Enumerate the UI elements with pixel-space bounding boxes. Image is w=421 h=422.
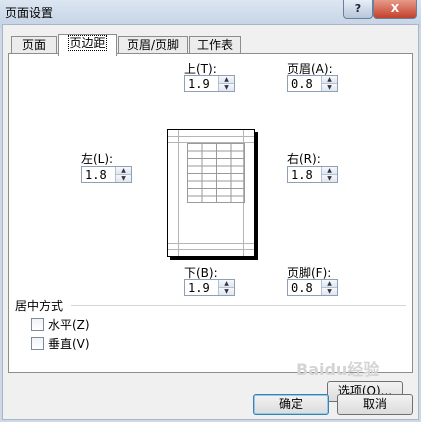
bottom-guide-line [168, 243, 254, 244]
tab-header-footer[interactable]: 页眉/页脚 [118, 36, 188, 54]
help-button[interactable]: ? [343, 0, 373, 19]
spin-up-icon[interactable]: ▲ [219, 76, 234, 84]
close-button[interactable]: X [373, 0, 417, 19]
left-margin-spinner[interactable]: 1.8 ▲ ▼ [81, 166, 132, 183]
horizontal-label[interactable]: 水平(Z) [48, 316, 90, 333]
footer-margin-value[interactable]: 0.8 [291, 281, 313, 295]
centering-separator [71, 305, 406, 306]
spin-up-icon[interactable]: ▲ [116, 167, 131, 175]
header-margin-spinner[interactable]: 0.8 ▲ ▼ [287, 75, 338, 92]
header-guide-line [168, 136, 254, 137]
right-margin-label: 右(R): [287, 152, 321, 166]
spin-down-icon[interactable]: ▼ [219, 288, 234, 295]
watermark: Baidu经验 [296, 360, 380, 379]
tab-page[interactable]: 页面 [11, 36, 57, 54]
spin-up-icon[interactable]: ▲ [322, 167, 337, 175]
top-margin-spinner[interactable]: 1.9 ▲ ▼ [184, 75, 235, 92]
left-margin-value[interactable]: 1.8 [85, 168, 107, 182]
page-preview [167, 129, 255, 257]
header-margin-value[interactable]: 0.8 [291, 77, 313, 91]
spin-up-icon[interactable]: ▲ [322, 76, 337, 84]
horizontal-checkbox[interactable] [31, 318, 44, 331]
spin-up-icon[interactable]: ▲ [322, 280, 337, 288]
bottom-margin-spinner[interactable]: 1.9 ▲ ▼ [184, 279, 235, 296]
vertical-checkbox[interactable] [31, 337, 44, 350]
top-margin-value[interactable]: 1.9 [188, 77, 210, 91]
spin-down-icon[interactable]: ▼ [322, 175, 337, 182]
ok-button[interactable]: 确定 [253, 394, 329, 415]
left-guide-line [178, 130, 179, 256]
spin-down-icon[interactable]: ▼ [219, 84, 234, 91]
spin-down-icon[interactable]: ▼ [322, 288, 337, 295]
right-margin-value[interactable]: 1.8 [291, 168, 313, 182]
spin-down-icon[interactable]: ▼ [116, 175, 131, 182]
vertical-label[interactable]: 垂直(V) [48, 335, 90, 352]
right-margin-spinner[interactable]: 1.8 ▲ ▼ [287, 166, 338, 183]
tab-sheet[interactable]: 工作表 [189, 36, 241, 54]
tab-margins[interactable]: 页边距 [58, 34, 117, 56]
tab-margins-label: 页边距 [68, 35, 107, 51]
left-margin-label: 左(L): [81, 152, 114, 166]
centering-group-title: 居中方式 [15, 299, 64, 313]
spin-down-icon[interactable]: ▼ [322, 84, 337, 91]
cancel-button[interactable]: 取消 [337, 394, 413, 415]
margins-panel: 上(T): 1.9 ▲ ▼ 页眉(A): 0.8 ▲ ▼ 左(L): 1.8 ▲ ▼ … [8, 53, 413, 402]
bottom-margin-value[interactable]: 1.9 [188, 281, 210, 295]
footer-margin-spinner[interactable]: 0.8 ▲ ▼ [287, 279, 338, 296]
window-title: 页面设置 [5, 6, 54, 20]
spin-up-icon[interactable]: ▲ [219, 280, 234, 288]
preview-table-grid [187, 143, 245, 203]
footer-guide-line [168, 249, 254, 250]
